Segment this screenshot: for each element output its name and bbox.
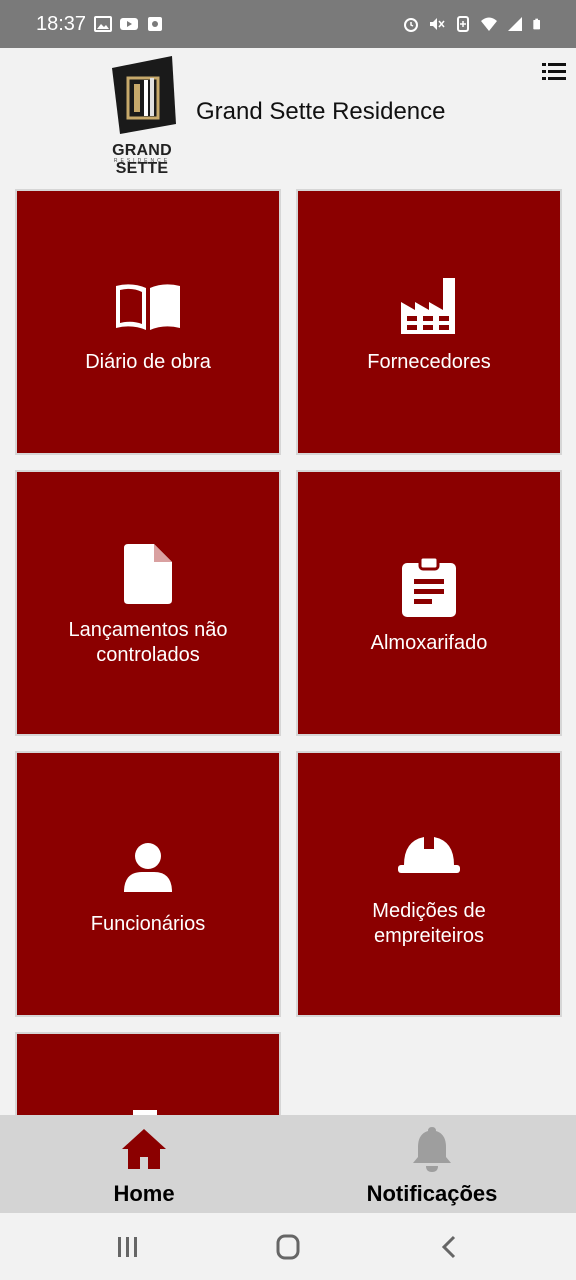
- tile-medicoes-de-empreiteiros[interactable]: Medições de empreiteiros: [296, 751, 562, 1017]
- tile-label: Diário de obra: [85, 350, 211, 373]
- tile-diario-de-obra[interactable]: Diário de obra: [15, 189, 281, 455]
- book-open-icon: [112, 270, 184, 342]
- image-icon: [94, 16, 112, 32]
- bottom-navigation: Home Notificações: [0, 1115, 576, 1213]
- status-system-icons: [402, 16, 544, 32]
- wifi-icon: [481, 17, 497, 31]
- battery-saver-icon: [457, 16, 469, 32]
- bell-icon: [413, 1127, 451, 1172]
- tile-fornecedores[interactable]: Fornecedores: [296, 189, 562, 455]
- tile-funcionarios[interactable]: Funcionários: [15, 751, 281, 1017]
- tile-label: Fornecedores: [367, 350, 491, 373]
- list-menu-icon[interactable]: [542, 60, 566, 82]
- menu-grid: Diário de obra Fornecedores Lançamentos …: [0, 172, 576, 1115]
- file-icon: [112, 538, 184, 610]
- camera-icon: [148, 17, 162, 31]
- home-icon: [122, 1129, 166, 1169]
- signal-icon: [508, 17, 522, 31]
- tile-label: Funcionários: [90, 912, 206, 935]
- status-notification-icons: [94, 16, 164, 32]
- user-icon: [112, 832, 184, 904]
- alarm-icon: [404, 18, 418, 32]
- factory-icon: [393, 270, 465, 342]
- back-icon[interactable]: [430, 1231, 470, 1263]
- nav-notificacoes-label: Notificações: [366, 1181, 498, 1206]
- clipboard-icon: [393, 551, 465, 623]
- recent-apps-icon[interactable]: [108, 1231, 148, 1263]
- tile-label: Medições de empreiteiros: [372, 900, 486, 947]
- tile-label: Almoxarifado: [370, 631, 488, 654]
- status-bar: 18:37: [0, 0, 576, 48]
- nav-home-label: Home: [113, 1181, 175, 1206]
- home-circle-icon[interactable]: [268, 1231, 308, 1263]
- mute-icon: [430, 18, 445, 30]
- tile-partial[interactable]: [15, 1032, 281, 1115]
- tile-almoxarifado[interactable]: Almoxarifado: [296, 470, 562, 736]
- status-time: 18:37: [36, 13, 87, 35]
- hard-hat-icon: [393, 819, 465, 891]
- system-navigation-bar: [0, 1213, 576, 1280]
- page-title: Grand Sette Residence: [196, 98, 446, 125]
- youtube-icon: [120, 18, 138, 30]
- nav-home[interactable]: Home: [0, 1115, 288, 1213]
- nav-notificacoes[interactable]: Notificações: [288, 1115, 576, 1213]
- tile-label: Lançamentos não controlados: [68, 619, 228, 666]
- logo-subtext: RESIDENCE: [113, 158, 171, 164]
- battery-icon: [533, 18, 540, 30]
- tile-lancamentos-nao-controlados[interactable]: Lançamentos não controlados: [15, 470, 281, 736]
